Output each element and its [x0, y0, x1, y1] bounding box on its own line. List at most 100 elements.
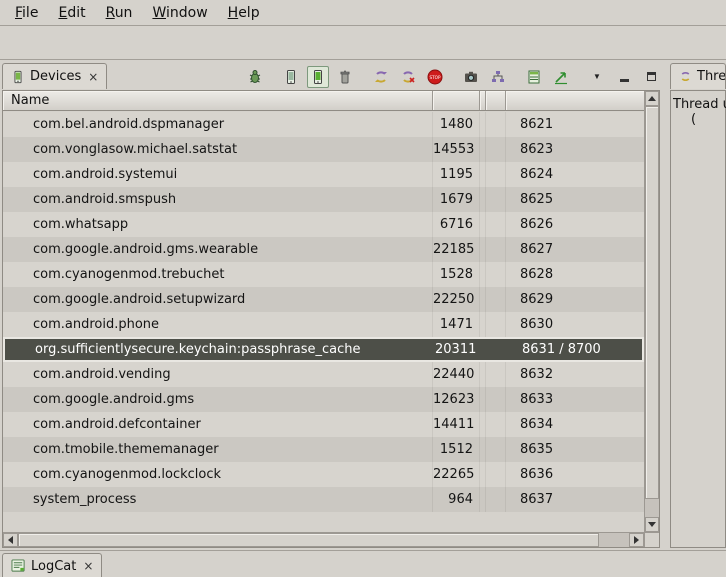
scroll-right-button[interactable]: [629, 533, 644, 547]
column-header-name[interactable]: Name: [3, 91, 433, 110]
cell: 8632: [506, 362, 644, 387]
reset-adb-icon[interactable]: [550, 66, 572, 88]
view-menu-icon[interactable]: ▼: [586, 66, 608, 88]
debug-process-icon[interactable]: [244, 66, 266, 88]
cell: [486, 387, 506, 412]
logcat-bar: LogCat ×: [0, 550, 726, 577]
menu-window[interactable]: Window: [143, 2, 216, 24]
cell: [486, 237, 506, 262]
menu-edit[interactable]: Edit: [49, 2, 94, 24]
cell: 8623: [506, 137, 644, 162]
cell: 1480: [433, 112, 480, 137]
table-row[interactable]: com.cyanogenmod.trebuchet15288628: [3, 262, 644, 287]
capture-system-ui-icon[interactable]: [523, 66, 545, 88]
tab-threads[interactable]: Threads ×: [670, 63, 726, 89]
tab-logcat-label: LogCat: [31, 559, 76, 574]
cell: system_process: [3, 487, 433, 512]
table-row[interactable]: com.android.systemui11958624: [3, 162, 644, 187]
cell: [486, 162, 506, 187]
cell: [486, 362, 506, 387]
maximize-icon[interactable]: [640, 66, 662, 88]
screen-capture-icon[interactable]: [460, 66, 482, 88]
table-row[interactable]: com.whatsapp67168626: [3, 212, 644, 237]
column-header-port[interactable]: [506, 91, 644, 110]
column-header-pid[interactable]: [433, 91, 480, 110]
svg-text:STOP: STOP: [429, 74, 441, 79]
cell: com.google.android.gms.wearable: [3, 237, 433, 262]
dump-hprof-icon[interactable]: [307, 66, 329, 88]
scrollbar-corner: [644, 532, 659, 547]
cell: 8621: [506, 112, 644, 137]
table-row[interactable]: com.bel.android.dspmanager1480 8621: [3, 112, 644, 137]
cell: com.google.android.setupwizard: [3, 287, 433, 312]
table-row[interactable]: com.google.android.setupwizard222508629: [3, 287, 644, 312]
dump-view-hierarchy-icon[interactable]: [487, 66, 509, 88]
cell: [486, 412, 506, 437]
menu-run[interactable]: Run: [97, 2, 142, 24]
cell: 22250: [433, 287, 480, 312]
cell: 14411: [433, 412, 480, 437]
cell: 8627: [506, 237, 644, 262]
table-row[interactable]: com.android.defcontainer144118634: [3, 412, 644, 437]
vertical-scrollbar-thumb[interactable]: [645, 106, 659, 499]
menu-bar: File Edit Run Window Help: [0, 0, 726, 26]
ddms-window: File Edit Run Window Help Devices ×: [0, 0, 726, 577]
table-row[interactable]: com.google.android.gms126238633: [3, 387, 644, 412]
cell: 22265: [433, 462, 480, 487]
close-icon[interactable]: ×: [83, 559, 93, 573]
cell: com.bel.android.dspmanager: [3, 112, 433, 137]
tab-logcat[interactable]: LogCat ×: [2, 553, 102, 577]
tab-devices[interactable]: Devices ×: [2, 63, 107, 89]
cell: 1679: [433, 187, 480, 212]
scroll-left-button[interactable]: [3, 533, 18, 547]
vertical-scrollbar[interactable]: [644, 91, 659, 532]
scroll-down-button[interactable]: [645, 517, 659, 532]
table-row[interactable]: com.cyanogenmod.lockclock222658636: [3, 462, 644, 487]
cell: org.sufficientlysecure.keychain:passphra…: [5, 339, 435, 360]
cell: 1195: [433, 162, 480, 187]
cell: 8637: [506, 487, 644, 512]
cell: 22185: [433, 237, 480, 262]
update-heap-icon[interactable]: [280, 66, 302, 88]
cell: [486, 487, 506, 512]
table-row[interactable]: system_process9648637: [3, 487, 644, 512]
cell: com.whatsapp: [3, 212, 433, 237]
table-row[interactable]: com.vonglasow.michael.satstat145538623: [3, 137, 644, 162]
update-threads-icon[interactable]: [370, 66, 392, 88]
devices-table: Name com.bel.android.dspmanager14808621c…: [2, 90, 660, 548]
menu-help[interactable]: Help: [219, 2, 269, 24]
cell: 8633: [506, 387, 644, 412]
horizontal-scrollbar-thumb[interactable]: [18, 533, 599, 547]
cell: com.android.systemui: [3, 162, 433, 187]
threads-message: Thread up (: [670, 90, 726, 548]
cell: [486, 112, 506, 137]
table-row[interactable]: com.android.smspush16798625: [3, 187, 644, 212]
devices-toolbar: STOP ▼: [239, 63, 662, 90]
cell: 8631 / 8700: [508, 339, 642, 360]
table-row[interactable]: com.tmobile.thememanager15128635: [3, 437, 644, 462]
process-list: com.bel.android.dspmanager1480 8621com.vo…: [3, 112, 644, 532]
start-method-profiling-icon[interactable]: [397, 66, 419, 88]
horizontal-scrollbar[interactable]: [3, 532, 644, 547]
cell: com.cyanogenmod.lockclock: [3, 462, 433, 487]
main-toolbar: [0, 27, 726, 60]
stop-process-icon[interactable]: STOP: [424, 66, 446, 88]
threads-message-line1: Thread up: [671, 97, 725, 112]
table-row[interactable]: com.android.phone14718630: [3, 312, 644, 337]
table-row[interactable]: com.google.android.gms.wearable22185 8627: [3, 237, 644, 262]
cell: 8635: [506, 437, 644, 462]
cell: [486, 437, 506, 462]
cell: 1471: [433, 312, 480, 337]
table-row[interactable]: com.android.vending224408632: [3, 362, 644, 387]
minimize-icon[interactable]: [613, 66, 635, 88]
menu-file[interactable]: File: [6, 2, 47, 24]
cell: [486, 462, 506, 487]
cell: com.android.defcontainer: [3, 412, 433, 437]
scroll-up-button[interactable]: [645, 91, 659, 106]
table-row[interactable]: org.sufficientlysecure.keychain:passphra…: [3, 337, 644, 362]
device-icon: [11, 70, 25, 84]
close-icon[interactable]: ×: [88, 70, 98, 84]
cell: 8626: [506, 212, 644, 237]
cause-gc-icon[interactable]: [334, 66, 356, 88]
cell: 12623: [433, 387, 480, 412]
